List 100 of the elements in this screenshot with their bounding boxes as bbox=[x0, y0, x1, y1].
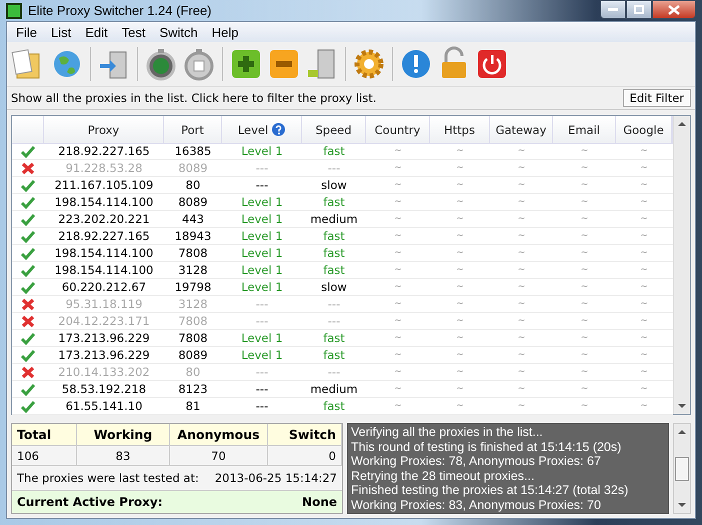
table-cell: 218.92.227.165 bbox=[44, 228, 164, 245]
table-cell: ~ bbox=[616, 330, 672, 347]
table-cell: 3128 bbox=[164, 296, 222, 313]
table-cell: ~ bbox=[430, 262, 490, 279]
column-header[interactable]: Country bbox=[366, 116, 430, 144]
scrollbar[interactable] bbox=[673, 116, 690, 414]
menu-item[interactable]: List bbox=[44, 24, 78, 40]
table-cell: ~ bbox=[366, 194, 430, 211]
window-title: Elite Proxy Switcher 1.24 (Free) bbox=[28, 3, 213, 18]
table-cell: ~ bbox=[366, 398, 430, 415]
table-cell: ~ bbox=[366, 262, 430, 279]
table-cell: ~ bbox=[616, 296, 672, 313]
table-cell: ~ bbox=[490, 296, 553, 313]
table-cell: 80 bbox=[164, 364, 222, 381]
column-header[interactable]: Proxy bbox=[44, 116, 164, 144]
table-cell: ~ bbox=[430, 245, 490, 262]
close-button[interactable] bbox=[652, 0, 696, 19]
column-header[interactable]: Speed bbox=[302, 116, 366, 144]
menu-item[interactable]: File bbox=[9, 24, 44, 40]
table-cell: slow bbox=[302, 177, 366, 194]
maximize-icon bbox=[634, 5, 644, 14]
table-cell: ~ bbox=[490, 398, 553, 415]
help-icon[interactable] bbox=[272, 123, 286, 136]
edit-filter-button[interactable]: Edit Filter bbox=[622, 89, 691, 107]
menu-item[interactable]: Edit bbox=[78, 24, 115, 40]
table-cell: ~ bbox=[430, 330, 490, 347]
column-header[interactable]: Email bbox=[553, 116, 616, 144]
table-cell: ~ bbox=[366, 279, 430, 296]
column-header[interactable]: Port bbox=[164, 116, 222, 144]
table-cell: ~ bbox=[490, 160, 553, 177]
table-cell: Level 1 bbox=[222, 279, 302, 296]
menu-item[interactable]: Help bbox=[204, 24, 246, 40]
table-cell: ~ bbox=[553, 330, 616, 347]
table-cell: 95.31.18.119 bbox=[44, 296, 164, 313]
log-line: Verifying all the proxies in the list... bbox=[351, 425, 544, 440]
table-cell: 3128 bbox=[164, 262, 222, 279]
table-cell: ~ bbox=[366, 245, 430, 262]
table-cell: ~ bbox=[553, 160, 616, 177]
table-cell: ~ bbox=[366, 296, 430, 313]
table-cell: 223.202.20.221 bbox=[44, 211, 164, 228]
table-cell: ~ bbox=[616, 398, 672, 415]
table-cell: ~ bbox=[553, 381, 616, 398]
table-cell: ~ bbox=[366, 228, 430, 245]
column-header[interactable]: Google bbox=[616, 116, 672, 144]
stats-header: Total bbox=[12, 424, 77, 446]
table-cell: 210.14.133.202 bbox=[44, 364, 164, 381]
table-cell: ~ bbox=[553, 228, 616, 245]
table-cell: --- bbox=[222, 381, 302, 398]
table-cell: 60.220.212.67 bbox=[44, 279, 164, 296]
filter-link[interactable]: Show all the proxies in the list. Click here to filter the proxy list. bbox=[11, 91, 376, 105]
minimize-button[interactable] bbox=[600, 0, 626, 19]
table-cell: medium bbox=[302, 381, 366, 398]
table-cell: 218.92.227.165 bbox=[44, 143, 164, 160]
menu-item[interactable]: Test bbox=[114, 24, 152, 40]
table-cell: 204.12.223.171 bbox=[44, 313, 164, 330]
table-cell: ~ bbox=[430, 211, 490, 228]
menu-item[interactable]: Switch bbox=[152, 24, 205, 40]
table-cell: 443 bbox=[164, 211, 222, 228]
table-cell: 8123 bbox=[164, 381, 222, 398]
table-cell: 7808 bbox=[164, 330, 222, 347]
table-cell: ~ bbox=[553, 347, 616, 364]
table-cell: ~ bbox=[430, 381, 490, 398]
table-cell: fast bbox=[302, 143, 366, 160]
table-cell: ~ bbox=[430, 177, 490, 194]
table-cell: ~ bbox=[616, 228, 672, 245]
scrollbar[interactable] bbox=[673, 423, 691, 514]
table-cell: Level 1 bbox=[222, 330, 302, 347]
table-cell: Level 1 bbox=[222, 228, 302, 245]
table-cell: ~ bbox=[553, 364, 616, 381]
log-line: Finished testing the proxies at 15:14:27 (total 32s) bbox=[351, 483, 630, 498]
table-cell: ~ bbox=[490, 381, 553, 398]
table-cell: 8089 bbox=[164, 160, 222, 177]
table-cell: ~ bbox=[490, 330, 553, 347]
scroll-thumb[interactable] bbox=[675, 456, 689, 480]
table-cell: Level 1 bbox=[222, 211, 302, 228]
column-header[interactable]: Level bbox=[222, 116, 302, 144]
table-cell: fast bbox=[302, 228, 366, 245]
table-cell: ~ bbox=[430, 347, 490, 364]
table-cell: ~ bbox=[553, 245, 616, 262]
table-cell: fast bbox=[302, 194, 366, 211]
table-cell: 61.55.141.10 bbox=[44, 398, 164, 415]
table-cell: 173.213.96.229 bbox=[44, 330, 164, 347]
table-cell: ~ bbox=[366, 313, 430, 330]
table-cell: 16385 bbox=[164, 143, 222, 160]
table-cell: fast bbox=[302, 398, 366, 415]
table-cell: fast bbox=[302, 347, 366, 364]
table-cell: ~ bbox=[616, 381, 672, 398]
table-cell: ~ bbox=[490, 313, 553, 330]
column-header[interactable]: Https bbox=[430, 116, 490, 144]
table-cell: ~ bbox=[430, 143, 490, 160]
table-cell: --- bbox=[302, 160, 366, 177]
stats-value: 0 bbox=[268, 446, 342, 466]
maximize-button[interactable] bbox=[626, 0, 652, 19]
log-line: This round of testing is finished at 15:14:15 (20s) bbox=[351, 440, 622, 454]
table-cell: 18943 bbox=[164, 228, 222, 245]
column-header[interactable]: Gateway bbox=[490, 116, 553, 144]
table-cell: ~ bbox=[490, 211, 553, 228]
table-cell: ~ bbox=[616, 262, 672, 279]
table-cell: ~ bbox=[490, 279, 553, 296]
log-line: Working Proxies: 78, Anonymous Proxies: 67 bbox=[351, 454, 602, 468]
